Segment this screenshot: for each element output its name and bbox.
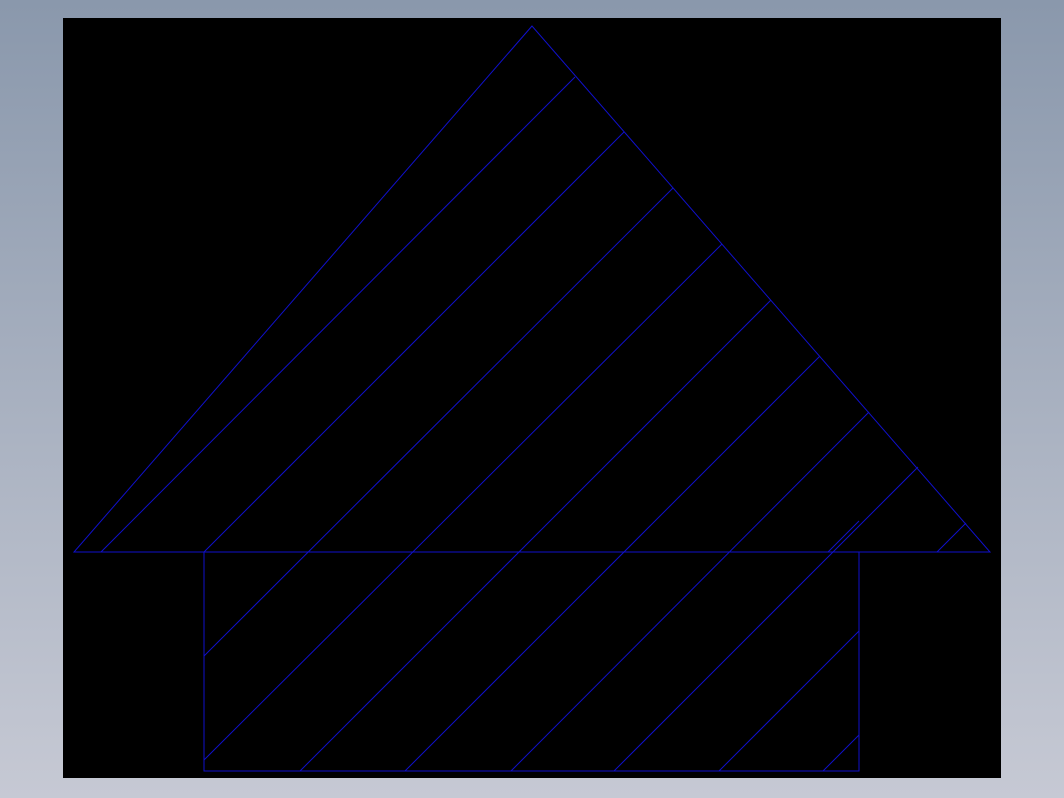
- cad-drawing-canvas[interactable]: [63, 18, 1001, 778]
- cad-drawing: [63, 18, 1001, 778]
